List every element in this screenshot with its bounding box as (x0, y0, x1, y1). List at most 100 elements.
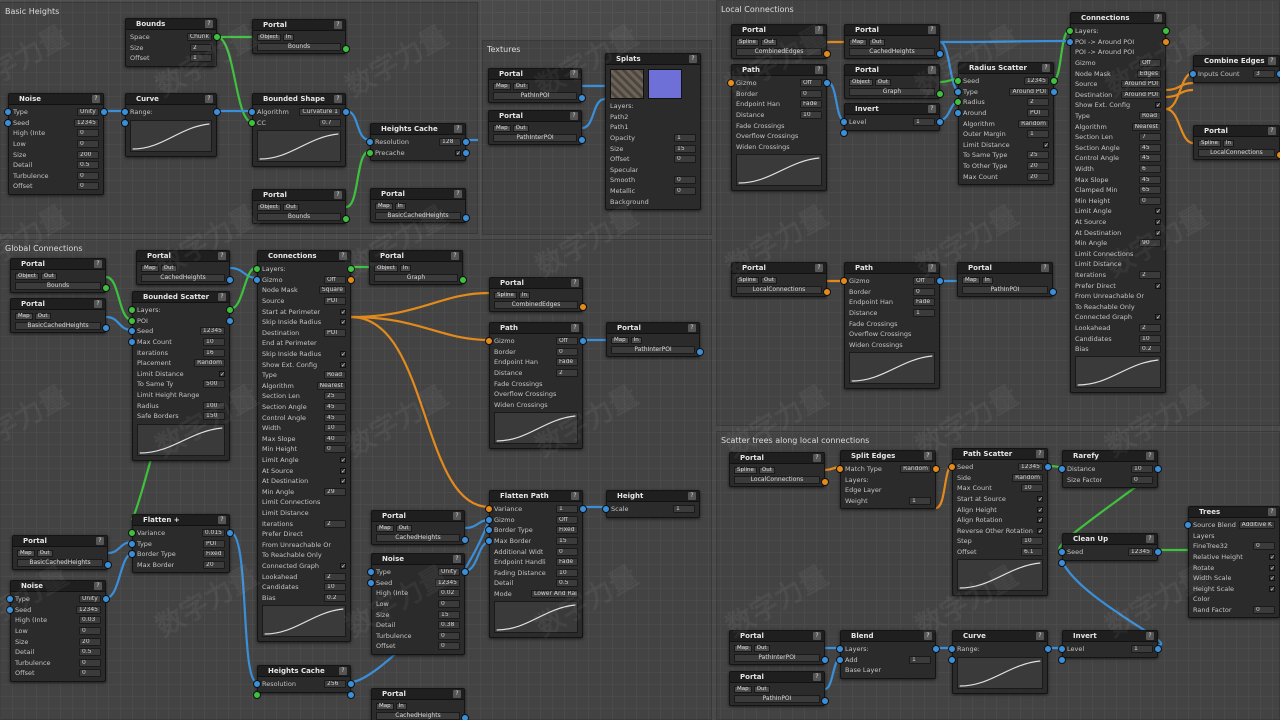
curve-editor[interactable] (257, 130, 341, 163)
param-value[interactable]: Random (1012, 473, 1043, 482)
checkbox[interactable] (1155, 102, 1161, 109)
param-value[interactable]: 0.03 (79, 616, 101, 625)
checkbox[interactable] (340, 478, 346, 485)
param-value[interactable]: 16 (203, 348, 225, 357)
node-header[interactable]: Bounded Shape? (253, 94, 345, 105)
node-header[interactable]: Portal? (371, 189, 465, 200)
checkbox[interactable] (1155, 218, 1161, 225)
input-port[interactable] (948, 463, 956, 471)
node-pathscatter[interactable]: Path Scatter? Seed 12345 Side Random Max Coun… (952, 448, 1048, 597)
curve-editor[interactable] (1075, 356, 1161, 389)
param-value[interactable]: Around POI (1009, 87, 1049, 96)
param-value[interactable]: 15 (556, 537, 578, 546)
portal-name-field[interactable]: Bounds (257, 213, 341, 221)
node-blend[interactable]: Blend? Layers: Add 1 Base Layer (840, 630, 936, 679)
portal-type-selector[interactable]: Map Out (15, 313, 101, 320)
param-value[interactable]: 45 (1139, 154, 1161, 163)
portal-type-selector[interactable]: Map Out (141, 265, 225, 272)
node-splitedges[interactable]: Split Edges? Match Type Random Layers: Edge … (840, 450, 936, 510)
help-icon[interactable]: ? (1268, 57, 1276, 65)
help-icon[interactable]: ? (928, 105, 936, 113)
node-portal_g7[interactable]: Portal? Map Out BasicCachedHeights (12, 535, 108, 570)
portal-name-field[interactable]: LocalConnections (1198, 149, 1275, 157)
portal-chip[interactable]: Out (36, 550, 53, 557)
node-header[interactable]: Portal? (372, 511, 464, 522)
node-flattenpath[interactable]: Flatten Path? Variance 1 Gizmo Off Border Typ… (489, 490, 583, 639)
portal-name-field[interactable]: CombinedEdges (494, 301, 578, 309)
input-port[interactable] (727, 79, 735, 87)
output-port[interactable] (936, 89, 944, 98)
param-value[interactable]: 10 (556, 568, 578, 577)
portal-name-field[interactable]: BasicCachedHeights (375, 212, 461, 220)
param-value[interactable]: 10 (324, 424, 346, 433)
node-portal_g5[interactable]: Portal? Spline In CombinedEdges (489, 277, 583, 312)
portal-type-selector[interactable]: Map In (962, 277, 1048, 284)
portal-chip[interactable]: Object (374, 265, 398, 272)
curve-editor[interactable] (262, 605, 346, 637)
param-value[interactable]: 2 (1139, 270, 1161, 279)
portal-name-field[interactable]: PathInPOI (493, 92, 577, 100)
node-header[interactable]: Rarefy? (1063, 451, 1157, 462)
param-value[interactable]: 10 (324, 583, 346, 592)
node-path1[interactable]: Path? Gizmo Off Border 0 Endpoint Han Fade Dist… (489, 322, 583, 450)
node-rscatter[interactable]: Radius Scatter? Seed 12345 Type Around POI Ra… (958, 62, 1054, 185)
node-curve2[interactable]: Curve? Range: (952, 630, 1048, 694)
checkbox[interactable] (1037, 517, 1043, 524)
input-port[interactable] (253, 275, 261, 284)
portal-type-selector[interactable]: Spline Out (734, 467, 820, 474)
param-value[interactable]: Off (1139, 59, 1161, 68)
curve-editor[interactable] (494, 412, 578, 445)
output-port[interactable] (823, 287, 831, 296)
node-header[interactable]: Flatten +? (133, 515, 229, 526)
output-port[interactable] (1050, 87, 1058, 96)
output-port[interactable] (821, 696, 829, 705)
output-port[interactable] (1154, 465, 1162, 473)
node-header[interactable]: Connections? (258, 251, 350, 262)
input-port[interactable] (954, 87, 962, 96)
portal-chip[interactable]: Out (395, 525, 412, 532)
help-icon[interactable]: ? (339, 667, 347, 675)
node-header[interactable]: Portal? (730, 631, 824, 642)
portal-chip[interactable]: Out (753, 645, 770, 652)
param-value[interactable]: 0.015 (201, 529, 225, 538)
curve-editor[interactable] (130, 119, 212, 152)
input-port[interactable] (367, 578, 375, 587)
portal-chip[interactable]: Spline (736, 39, 759, 46)
param-value[interactable]: 0 (324, 445, 346, 454)
output-port[interactable] (462, 138, 470, 146)
param-value[interactable]: 10 (1021, 484, 1043, 493)
portal-chip[interactable]: Map (849, 39, 867, 46)
param-value[interactable]: POI (324, 297, 346, 306)
input-port[interactable] (1058, 645, 1066, 653)
node-portal_l1[interactable]: Portal? Spline Out CombinedEdges (731, 24, 827, 59)
portal-type-selector[interactable]: Map Out (734, 686, 820, 693)
param-value[interactable]: 1 (1131, 645, 1153, 654)
checkbox[interactable] (455, 149, 461, 156)
portal-name-field[interactable]: Bounds (257, 43, 341, 51)
input-port[interactable] (121, 118, 129, 127)
portal-name-field[interactable]: CachedHeights (376, 712, 460, 720)
param-value[interactable]: 12345 (73, 118, 99, 127)
input-port[interactable] (602, 505, 610, 513)
param-value[interactable]: Road (324, 371, 346, 380)
portal-chip[interactable]: Out (160, 265, 177, 272)
node-header[interactable]: Portal? (372, 689, 464, 700)
node-header[interactable]: Combine Edges? (1194, 56, 1279, 67)
portal-name-field[interactable]: PathInPOI (734, 695, 820, 703)
portal-chip[interactable]: Map (141, 265, 159, 272)
portal-type-selector[interactable]: Object Out (849, 79, 935, 86)
portal-chip[interactable]: In (395, 703, 407, 710)
curve-editor[interactable] (736, 154, 822, 187)
param-value[interactable]: Chunk (186, 33, 212, 42)
output-port[interactable] (932, 645, 940, 653)
node-header[interactable]: Path? (732, 65, 826, 76)
node-portal_l4[interactable]: Portal? Spline In LocalConnections (1193, 125, 1280, 160)
param-value[interactable]: 45 (324, 413, 346, 422)
param-value[interactable]: 0 (1253, 542, 1275, 551)
input-port[interactable] (128, 529, 136, 537)
input-port[interactable] (128, 539, 136, 548)
param-value[interactable]: Square (318, 286, 346, 295)
param-value[interactable]: 0 (79, 669, 101, 678)
input-port[interactable] (1066, 27, 1074, 35)
param-value[interactable]: 0 (1131, 475, 1153, 484)
